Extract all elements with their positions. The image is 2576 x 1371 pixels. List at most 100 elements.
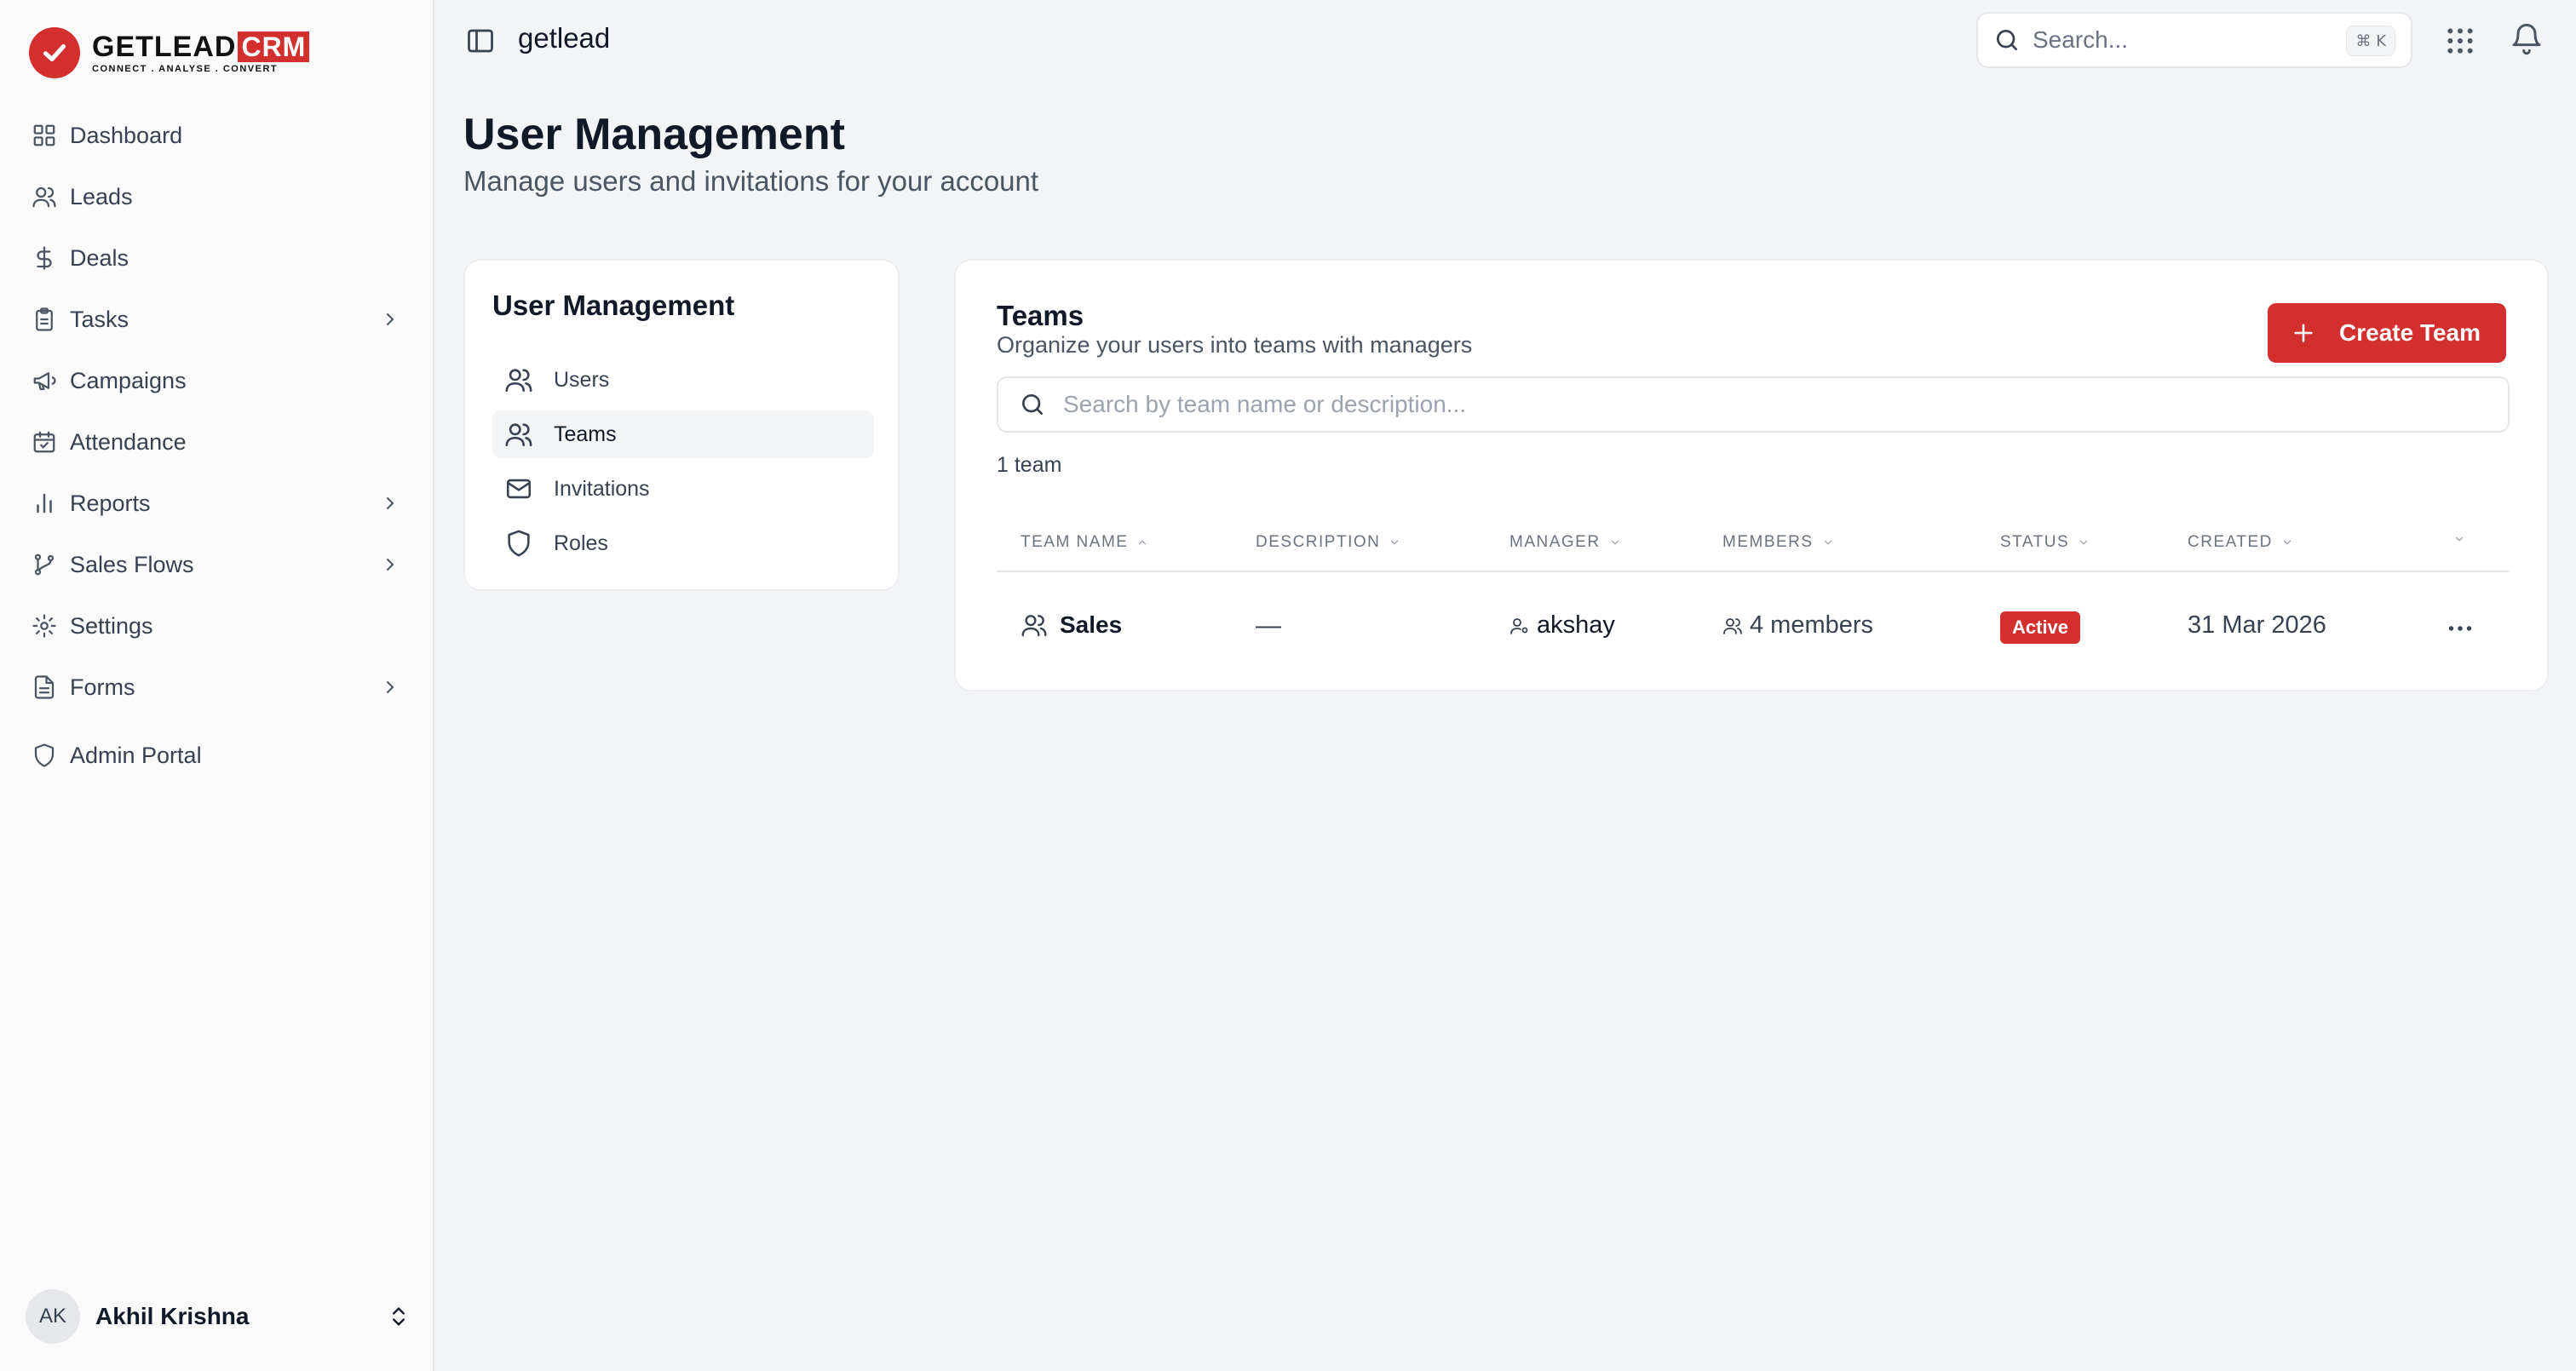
sidebar-item-sales-flows[interactable]: Sales Flows	[22, 540, 412, 589]
user-menu[interactable]: AK Akhil Krishna	[26, 1289, 411, 1344]
plus-icon	[2294, 324, 2313, 342]
users-icon	[26, 178, 63, 215]
column-label: CREATED	[2188, 533, 2273, 551]
calendar-check-icon	[26, 423, 63, 461]
column-label: DESCRIPTION	[1256, 533, 1381, 551]
gear-icon	[26, 607, 63, 645]
um-nav-label: Teams	[554, 422, 617, 446]
sidebar-item-tasks[interactable]: Tasks	[22, 295, 412, 344]
um-nav-teams[interactable]: Teams	[492, 410, 874, 458]
sidebar-item-admin-portal[interactable]: Admin Portal	[22, 731, 412, 780]
team-members: 4 members	[1750, 611, 1874, 639]
table-row[interactable]: Sales — akshay 4 members Active 31 Mar 2…	[997, 574, 2510, 676]
megaphone-icon	[26, 362, 63, 399]
team-search[interactable]	[997, 376, 2510, 433]
table-header: TEAM NAME DESCRIPTION MANAGER MEMBERS ST…	[997, 513, 2510, 572]
user-name: Akhil Krishna	[95, 1303, 250, 1329]
page-title: User Management	[463, 110, 845, 159]
global-search-input[interactable]	[2033, 26, 2322, 54]
status-badge: Active	[2000, 611, 2081, 644]
column-members[interactable]: MEMBERS	[1722, 533, 1834, 552]
mail-icon	[506, 479, 532, 499]
um-nav-label: Users	[554, 367, 610, 392]
user-management-nav-card: User Management Users Teams Invitations …	[463, 259, 900, 591]
team-search-input[interactable]	[1063, 391, 2426, 418]
search-icon	[1022, 394, 1043, 415]
chevron-down-icon	[2283, 540, 2291, 545]
column-team-name[interactable]: TEAM NAME	[1021, 533, 1148, 552]
users-icon	[1021, 615, 1047, 637]
column-manager[interactable]: MANAGER	[1509, 533, 1621, 552]
users-icon	[1723, 617, 1742, 634]
avatar: AK	[26, 1289, 80, 1344]
team-count: 1 team	[997, 453, 1062, 477]
cell-team-name: Sales	[1021, 611, 1122, 639]
sidebar-item-leads[interactable]: Leads	[22, 172, 412, 221]
sidebar: GETLEAD CRM CONNECT . ANALYSE . CONVERT D…	[0, 0, 434, 1371]
sidebar-toggle-icon[interactable]	[465, 26, 496, 56]
um-nav-users[interactable]: Users	[492, 356, 874, 404]
sidebar-item-dashboard[interactable]: Dashboard	[22, 111, 412, 160]
page-subtitle: Manage users and invitations for your ac…	[463, 165, 1039, 197]
brand-tagline: CONNECT . ANALYSE . CONVERT	[92, 64, 279, 74]
sidebar-item-label: Deals	[70, 244, 129, 271]
sidebar-item-label: Dashboard	[70, 122, 183, 148]
sidebar-item-label: Leads	[70, 183, 133, 209]
brand-logo[interactable]: GETLEAD CRM CONNECT . ANALYSE . CONVERT	[29, 27, 310, 78]
sidebar-item-campaigns[interactable]: Campaigns	[22, 356, 412, 405]
sidebar-item-settings[interactable]: Settings	[22, 601, 412, 651]
sidebar-item-label: Admin Portal	[70, 742, 202, 768]
brand-name: GETLEAD	[92, 31, 237, 63]
cell-description: —	[1256, 611, 1281, 640]
sidebar-item-label: Campaigns	[70, 367, 187, 393]
apps-grid-icon[interactable]	[2443, 24, 2477, 58]
sidebar-item-forms[interactable]: Forms	[22, 663, 412, 712]
dollar-icon	[26, 239, 63, 277]
global-search[interactable]: ⌘ K	[1976, 12, 2412, 68]
chevron-right-icon	[387, 497, 394, 509]
column-label: TEAM NAME	[1021, 533, 1129, 551]
sidebar-item-attendance[interactable]: Attendance	[22, 417, 412, 467]
teams-title: Teams	[997, 300, 1084, 331]
cell-status: Active	[2000, 611, 2081, 644]
more-horizontal-icon[interactable]	[2443, 613, 2477, 644]
chevron-down-icon	[1824, 540, 1831, 545]
cell-created: 31 Mar 2026	[2188, 611, 2326, 640]
chevron-down-icon	[1611, 540, 1619, 545]
cell-members: 4 members	[1722, 611, 1873, 640]
column-status[interactable]: STATUS	[2000, 533, 2090, 552]
sidebar-item-label: Settings	[70, 612, 153, 639]
create-team-label: Create Team	[2339, 319, 2481, 346]
chevron-down-icon	[2455, 536, 2464, 542]
sort-asc-icon	[1139, 540, 1147, 545]
shield-icon	[508, 530, 530, 557]
team-manager: akshay	[1537, 611, 1615, 639]
search-icon	[1997, 30, 2017, 50]
column-label: MEMBERS	[1722, 533, 1814, 551]
um-nav-roles[interactable]: Roles	[492, 519, 874, 567]
teams-subtitle: Organize your users into teams with mana…	[997, 332, 1473, 358]
brand-suffix: CRM	[238, 32, 310, 62]
column-actions[interactable]	[2445, 533, 2465, 545]
create-team-button[interactable]: Create Team	[2268, 303, 2506, 363]
clipboard-icon	[26, 301, 63, 338]
grid-icon	[26, 117, 63, 154]
team-name[interactable]: Sales	[1060, 611, 1122, 639]
sidebar-item-label: Sales Flows	[70, 551, 194, 577]
bell-icon[interactable]	[2510, 22, 2544, 56]
sidebar-item-label: Forms	[70, 674, 135, 700]
column-label: STATUS	[2000, 533, 2070, 551]
column-created[interactable]: CREATED	[2188, 533, 2293, 552]
sidebar-item-reports[interactable]: Reports	[22, 479, 412, 528]
chevron-right-icon	[387, 559, 394, 571]
chevron-down-icon	[2079, 540, 2088, 545]
um-nav-label: Roles	[554, 531, 608, 555]
sidebar-item-deals[interactable]: Deals	[22, 233, 412, 283]
um-nav-invitations[interactable]: Invitations	[492, 465, 874, 513]
column-description[interactable]: DESCRIPTION	[1256, 533, 1400, 552]
bar-chart-icon	[26, 485, 63, 522]
file-text-icon	[26, 668, 63, 706]
sidebar-item-label: Attendance	[70, 428, 187, 455]
cell-manager: akshay	[1509, 611, 1615, 640]
um-nav-label: Invitations	[554, 476, 650, 501]
